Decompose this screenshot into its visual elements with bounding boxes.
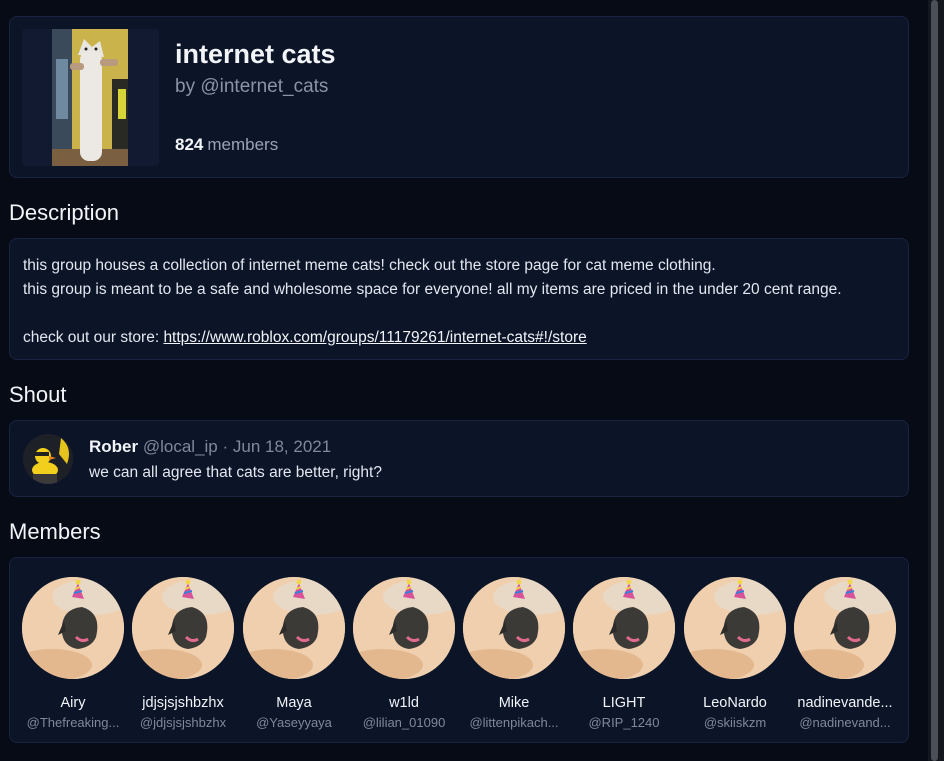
member-avatar[interactable] bbox=[573, 577, 675, 679]
member-name[interactable]: LeoNardo bbox=[680, 695, 790, 711]
member-avatar[interactable] bbox=[684, 577, 786, 679]
member-card[interactable]: w1ld @lilian_01090 bbox=[349, 577, 459, 730]
shout-date: Jun 18, 2021 bbox=[232, 437, 332, 456]
shout-card: Rober @local_ip · Jun 18, 2021 we can al… bbox=[9, 420, 909, 497]
group-owner[interactable]: by @internet_cats bbox=[175, 76, 328, 98]
group-title: internet cats bbox=[175, 39, 336, 69]
description-heading: Description bbox=[9, 200, 120, 225]
description-text: this group houses a collection of intern… bbox=[23, 254, 903, 350]
member-name[interactable]: w1ld bbox=[349, 695, 459, 711]
group-thumbnail-longcat[interactable] bbox=[22, 29, 159, 166]
member-name[interactable]: jdjsjsjshbzhx bbox=[128, 695, 238, 711]
shout-header: Rober @local_ip · Jun 18, 2021 bbox=[89, 437, 331, 457]
member-card[interactable]: Airy @Thefreaking... bbox=[18, 577, 128, 730]
store-line: check out our store: https://www.roblox.… bbox=[23, 326, 903, 350]
scrollbar[interactable] bbox=[928, 0, 944, 761]
member-card[interactable]: nadinevande... @nadinevand... bbox=[790, 577, 900, 730]
member-handle: @nadinevand... bbox=[799, 715, 891, 730]
member-card[interactable]: jdjsjsjshbzhx @jdjsjsjshbzhx bbox=[128, 577, 238, 730]
member-avatar[interactable] bbox=[463, 577, 565, 679]
member-name[interactable]: Airy bbox=[18, 695, 128, 711]
member-avatar[interactable] bbox=[132, 577, 234, 679]
member-name[interactable]: Mike bbox=[459, 695, 569, 711]
member-avatar[interactable] bbox=[243, 577, 345, 679]
scrollbar-thumb[interactable] bbox=[931, 0, 938, 761]
shout-separator: · bbox=[217, 437, 233, 456]
description-card: this group houses a collection of intern… bbox=[9, 238, 909, 360]
group-member-count: 824 members bbox=[175, 135, 278, 155]
member-avatar[interactable] bbox=[353, 577, 455, 679]
description-line: this group houses a collection of intern… bbox=[23, 257, 716, 274]
member-handle: @RIP_1240 bbox=[588, 715, 660, 730]
member-handle: @jdjsjsjshbzhx bbox=[139, 715, 227, 730]
member-card[interactable]: LIGHT @RIP_1240 bbox=[569, 577, 679, 730]
member-name[interactable]: Maya bbox=[239, 695, 349, 711]
member-handle: @lilian_01090 bbox=[362, 715, 446, 730]
member-handle: @Thefreaking... bbox=[26, 715, 120, 730]
shout-author-avatar[interactable] bbox=[23, 434, 73, 484]
description-line: this group is meant to be a safe and who… bbox=[23, 281, 842, 298]
members-heading: Members bbox=[9, 519, 101, 544]
store-prefix: check out our store: bbox=[23, 329, 164, 346]
member-handle: @Yaseyyaya bbox=[256, 715, 332, 730]
member-card[interactable]: Mike @littenpikach... bbox=[459, 577, 569, 730]
shout-author-name[interactable]: Rober bbox=[89, 437, 138, 456]
member-handle: @littenpikach... bbox=[469, 715, 559, 730]
member-handle: @skiiskzm bbox=[703, 715, 767, 730]
member-name[interactable]: LIGHT bbox=[569, 695, 679, 711]
shout-message: we can all agree that cats are better, r… bbox=[89, 464, 382, 481]
member-count-label: members bbox=[207, 135, 279, 154]
shout-author-handle[interactable]: @local_ip bbox=[143, 437, 218, 456]
member-card[interactable]: Maya @Yaseyyaya bbox=[239, 577, 349, 730]
store-link[interactable]: https://www.roblox.com/groups/11179261/i… bbox=[163, 329, 586, 346]
members-card: Airy @Thefreaking... jdjsjsjshbzhx @jdjs… bbox=[9, 557, 909, 743]
member-count-value: 824 bbox=[175, 135, 204, 154]
member-avatar[interactable] bbox=[22, 577, 124, 679]
shout-heading: Shout bbox=[9, 382, 67, 407]
member-name[interactable]: nadinevande... bbox=[790, 695, 900, 711]
group-header: internet cats by @internet_cats 824 membe… bbox=[9, 16, 909, 178]
member-avatar[interactable] bbox=[794, 577, 896, 679]
member-card[interactable]: LeoNardo @skiiskzm bbox=[680, 577, 790, 730]
